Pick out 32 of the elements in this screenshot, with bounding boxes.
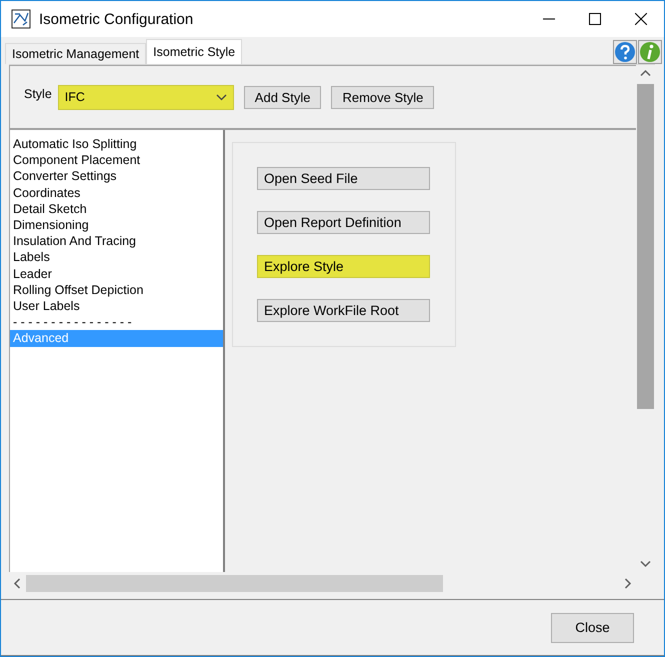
list-item[interactable]: - - - - - - - - - - - - - - - -	[10, 314, 223, 330]
list-item[interactable]: Insulation And Tracing	[10, 233, 223, 250]
style-button[interactable]: Add Style	[244, 86, 322, 108]
scrollbar-thumb[interactable]	[26, 574, 443, 592]
action-button[interactable]: Open Report Definition	[257, 211, 430, 234]
action-button[interactable]: Explore WorkFile Root	[257, 299, 430, 322]
style-combobox[interactable]: IFC	[58, 84, 234, 110]
list-item[interactable]: Detail Sketch	[10, 200, 223, 218]
style-button[interactable]: Remove Style	[331, 86, 434, 108]
maximize-icon[interactable]	[589, 13, 601, 25]
style-label: Style	[24, 87, 52, 101]
list-item[interactable]: Automatic Iso Splitting	[10, 136, 223, 152]
list-item[interactable]: Rolling Offset Depiction	[10, 282, 223, 298]
action-button[interactable]: Explore Style	[257, 255, 430, 278]
tab[interactable]: Isometric Style	[146, 39, 242, 64]
action-button[interactable]: Open Seed File	[257, 167, 430, 190]
dropdown-caret-icon	[216, 94, 227, 100]
list-item[interactable]: Leader	[10, 266, 223, 282]
app-icon	[11, 9, 31, 29]
list-item[interactable]: Labels	[10, 249, 223, 266]
close-dialog-button[interactable]: Close	[551, 612, 634, 642]
tab[interactable]: Isometric Management	[5, 43, 146, 64]
help-icon[interactable]	[613, 40, 637, 64]
scrollbar-thumb[interactable]	[637, 84, 654, 409]
close-icon[interactable]	[635, 13, 647, 25]
list-item[interactable]: Component Placement	[10, 152, 223, 168]
info-icon[interactable]	[638, 40, 662, 64]
list-item[interactable]: Converter Settings	[10, 168, 223, 185]
list-item[interactable]: Dimensioning	[10, 217, 223, 234]
list-item[interactable]: User Labels	[10, 298, 223, 314]
list-item[interactable]: Coordinates	[10, 184, 223, 201]
window-title: Isometric Configuration	[39, 10, 194, 28]
